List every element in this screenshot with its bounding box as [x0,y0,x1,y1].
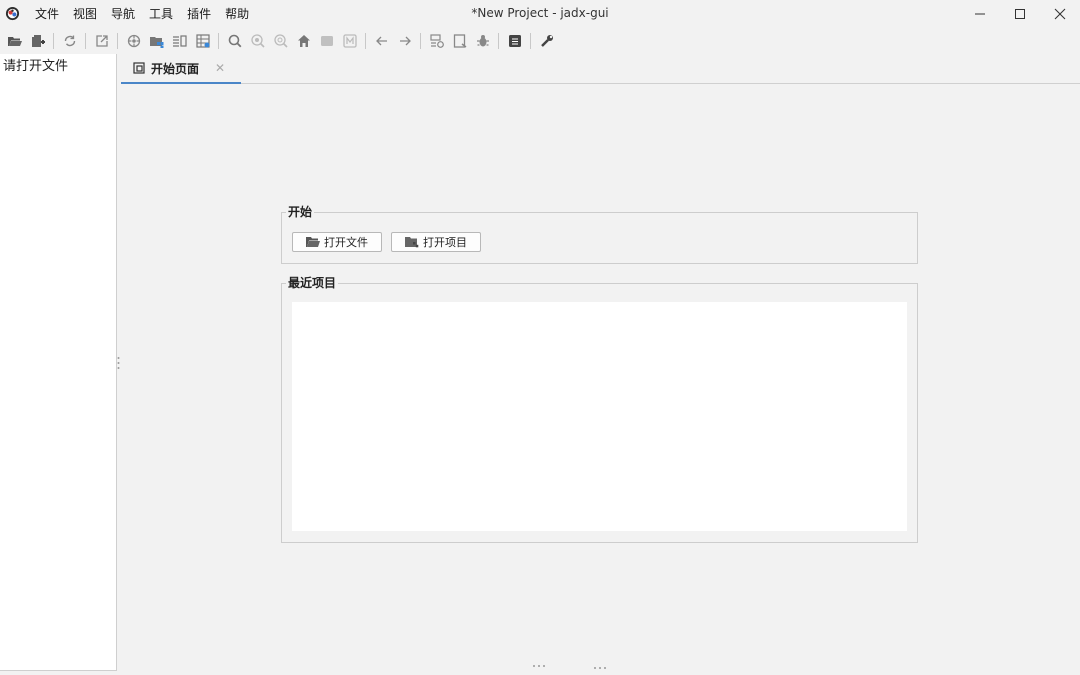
minimize-icon [975,13,985,15]
toolbar-separator [498,33,499,49]
export-button[interactable] [92,31,112,51]
reload-icon [64,35,75,47]
find-class-icon [250,34,265,48]
open-project-label: 打开项目 [423,236,467,249]
find-usage-icon [273,34,288,48]
open-file-button[interactable] [5,31,25,51]
tab-start-page[interactable]: 开始页面 ✕ [121,54,241,84]
mark-button[interactable] [340,31,360,51]
forward-icon [399,36,411,46]
menu-bar: 文件 视图 导航 工具 插件 帮助 [35,6,263,22]
sync-icon [127,34,140,48]
bookmark-icon [453,34,466,48]
tree-icon [195,34,210,48]
search-icon [228,34,241,48]
deobfuscation-icon [149,37,163,48]
menu-help[interactable]: 帮助 [225,6,249,22]
toolbar-separator [117,33,118,49]
project-icon [405,236,419,248]
minimize-button[interactable] [960,0,1000,28]
tab-label: 开始页面 [151,61,200,76]
recent-projects-title: 最近项目 [286,275,339,291]
add-files-button[interactable] [28,31,48,51]
log-button[interactable] [505,31,525,51]
home-icon [297,35,310,47]
menu-view[interactable]: 视图 [73,6,97,22]
maximize-button[interactable] [1000,0,1040,28]
toolbar-separator [365,33,366,49]
menu-navigation[interactable]: 导航 [111,6,135,22]
search-button[interactable] [225,31,245,51]
flatten-button[interactable] [170,31,190,51]
find-usage-button[interactable] [271,31,291,51]
decompile-all-button[interactable] [427,31,447,51]
recent-projects-list[interactable] [292,302,907,531]
menu-plugins[interactable]: 插件 [187,6,211,22]
open-file-action-button[interactable]: 打开文件 [292,232,382,252]
preferences-button[interactable] [537,31,557,51]
menu-file[interactable]: 文件 [35,6,59,22]
tree-button[interactable] [193,31,213,51]
toolbar-separator [530,33,531,49]
add-files-icon [31,35,45,47]
maximize-icon [1015,9,1025,19]
toolbar [0,29,1080,53]
toolbar-separator [53,33,54,49]
tab-strip: 开始页面 ✕ [121,54,1080,84]
toolbar-separator [218,33,219,49]
log-icon [508,35,521,47]
recent-projects-section: 最近项目 [281,275,918,543]
stop-icon [320,36,333,46]
splitter-handle-icon[interactable] [593,666,607,670]
open-file-icon [7,37,22,46]
start-section-title: 开始 [286,204,315,220]
mark-icon [342,34,357,48]
splitter-handle-icon[interactable] [117,356,120,370]
toolbar-separator [85,33,86,49]
close-icon [1054,8,1066,20]
close-button[interactable] [1040,0,1080,28]
splitter-handle-icon[interactable] [532,664,546,668]
bookmark-button[interactable] [450,31,470,51]
open-file-label: 打开文件 [324,236,368,249]
start-section: 开始 打开文件 打开项目 [281,204,918,264]
folder-open-icon [306,236,320,248]
export-icon [95,35,108,47]
open-project-action-button[interactable]: 打开项目 [391,232,481,252]
decompile-all-icon [429,34,444,48]
reload-button[interactable] [60,31,80,51]
forward-button[interactable] [395,31,415,51]
sync-button[interactable] [124,31,144,51]
preferences-icon [540,35,553,47]
deobfuscation-button[interactable] [147,31,167,51]
back-icon [375,36,387,46]
window-controls [960,0,1080,28]
tab-close-icon[interactable]: ✕ [215,61,225,75]
tree-empty-hint: 请打开文件 [3,59,69,74]
debug-button[interactable] [473,31,493,51]
find-class-button[interactable] [248,31,268,51]
app-logo-icon [5,6,20,21]
start-page-icon [133,62,145,74]
tree-panel[interactable]: 请打开文件 [0,54,117,671]
debug-icon [476,35,489,47]
home-button[interactable] [294,31,314,51]
back-button[interactable] [372,31,392,51]
menu-tools[interactable]: 工具 [149,6,173,22]
stop-button[interactable] [317,31,337,51]
title-bar: 文件 视图 导航 工具 插件 帮助 *New Project - jadx-gu… [0,0,1080,28]
flatten-icon [172,35,187,47]
toolbar-separator [420,33,421,49]
